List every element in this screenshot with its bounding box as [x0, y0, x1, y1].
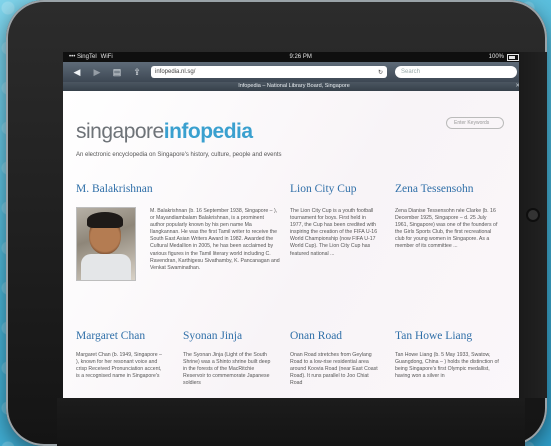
bezel-right [519, 52, 547, 398]
article-summary: Zena Dianise Tessensohn née Clarke (b. 1… [395, 208, 498, 250]
battery-percent: 100% [488, 54, 504, 60]
back-icon[interactable]: ◀ [71, 67, 83, 78]
article-title[interactable]: Tan Howe Liang [395, 330, 472, 342]
browser-search-input[interactable]: Search [395, 66, 517, 78]
logo-text: singapore [76, 120, 164, 143]
page-title: Infopedia – National Library Board, Sing… [238, 83, 350, 89]
search-placeholder: Search [401, 69, 421, 75]
article-title[interactable]: Onan Road [290, 330, 342, 342]
tab-title-bar: Infopedia – National Library Board, Sing… [63, 82, 525, 91]
site-logo[interactable]: singaporeinfopedia [76, 120, 253, 144]
article-title[interactable]: M. Balakrishnan [76, 183, 153, 195]
reload-icon[interactable]: ↻ [378, 69, 383, 76]
article-photo[interactable] [76, 207, 136, 281]
site-search-placeholder: Enter Keywords [454, 120, 490, 126]
article-summary: Tan Howe Liang (b. 5 May 1933, Swatow, G… [395, 352, 499, 380]
article-summary: The Syonan Jinja (Light of the South Shr… [183, 352, 271, 387]
article-summary: Margaret Chan (b. 1949, Singapore – ), k… [76, 352, 162, 380]
article-title[interactable]: Zena Tessensohn [395, 183, 474, 195]
wifi-icon: WiFi [100, 54, 113, 60]
article-summary: Onan Road stretches from Geylang Road to… [290, 352, 378, 387]
url-text: infopedia.nl.sg/ [155, 69, 196, 75]
clock: 9:26 PM [289, 54, 312, 60]
address-bar[interactable]: infopedia.nl.sg/ ↻ [151, 66, 387, 78]
article-summary: M. Balakrishnan (b. 16 September 1938, S… [150, 208, 280, 271]
bezel-bottom [57, 398, 525, 446]
article-title[interactable]: Syonan Jinja [183, 330, 242, 342]
browser-toolbar: ◀ ▶ ▤ ⇪ infopedia.nl.sg/ ↻ Search [63, 62, 525, 82]
status-bar: ••• SingTel WiFi 9:26 PM 100% [63, 52, 525, 62]
article-title[interactable]: Lion City Cup [290, 183, 356, 195]
camera-icon [528, 210, 538, 220]
battery-icon [507, 53, 519, 61]
article-summary: The Lion City Cup is a youth football to… [290, 208, 378, 257]
site-tagline: An electronic encyclopedia on Singapore'… [76, 152, 282, 158]
logo-accent: infopedia [163, 120, 253, 143]
bookmarks-icon[interactable]: ▤ [111, 67, 123, 78]
article-title[interactable]: Margaret Chan [76, 330, 145, 342]
share-icon[interactable]: ⇪ [131, 67, 143, 78]
site-search-input[interactable]: Enter Keywords [446, 117, 504, 129]
forward-icon[interactable]: ▶ [91, 67, 103, 78]
carrier-label: ••• SingTel [69, 54, 97, 60]
